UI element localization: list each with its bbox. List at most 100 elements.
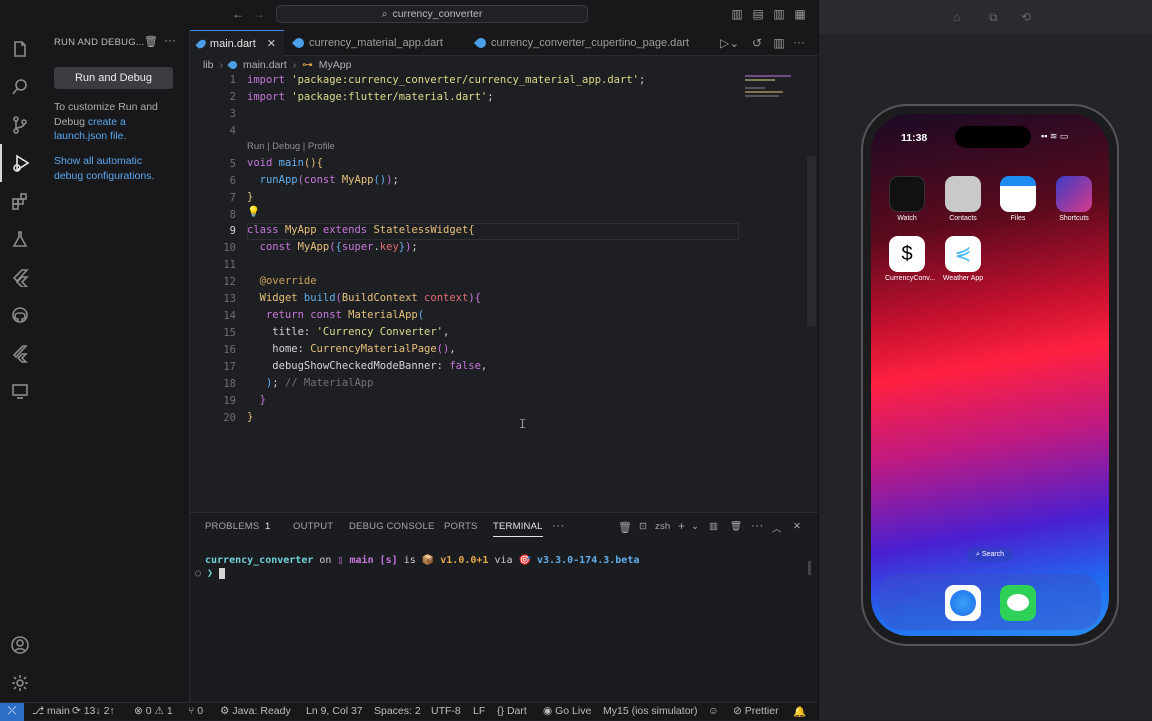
tab-output[interactable]: OUTPUT: [293, 521, 333, 532]
home-icon[interactable]: ⌂: [953, 10, 960, 24]
timeline-icon[interactable]: ↺: [750, 36, 764, 50]
end-of-line[interactable]: LF: [473, 705, 485, 717]
panel-more-icon[interactable]: ···: [552, 518, 565, 532]
terminal-more-icon[interactable]: ···: [751, 518, 764, 532]
extensions-icon[interactable]: [0, 182, 40, 220]
testing-flask-icon[interactable]: [0, 220, 40, 258]
app-shortcuts[interactable]: Shortcuts: [1052, 176, 1096, 222]
new-terminal-plus-icon[interactable]: +: [678, 519, 685, 533]
explorer-icon[interactable]: [0, 30, 40, 68]
encoding[interactable]: UTF-8: [431, 705, 461, 717]
run-and-debug-button[interactable]: Run and Debug: [54, 67, 173, 89]
iphone-screen[interactable]: 11:38 ▪▪ ≋ ▭ Watch Contacts Files Shortc…: [871, 114, 1109, 636]
minimap[interactable]: [745, 74, 795, 104]
lightbulb-icon[interactable]: 💡: [247, 205, 260, 218]
code-line-10: const MyApp({super.key});: [259, 241, 418, 253]
terminal-input-line[interactable]: ○ ❯: [195, 568, 226, 579]
breadcrumb-class[interactable]: MyApp: [319, 59, 352, 71]
app-contacts[interactable]: Contacts: [941, 176, 985, 222]
split-terminal-icon[interactable]: ▥: [709, 521, 718, 532]
app-watch[interactable]: Watch: [885, 176, 929, 222]
chevron-down-icon[interactable]: ⌄: [691, 521, 699, 532]
settings-gear-icon[interactable]: [0, 664, 40, 702]
tab-currency-material-app[interactable]: currency_material_app.dart: [286, 30, 451, 56]
indentation[interactable]: Spaces: 2: [374, 705, 421, 717]
terminal-prompt-line: currency_converter on ▯ main [s] is 📦 v1…: [205, 555, 640, 566]
toggle-sidebar-icon[interactable]: ▥: [730, 7, 744, 21]
launch-json-link[interactable]: launch.json file: [54, 130, 123, 142]
flutter-device[interactable]: My15 (ios simulator): [603, 705, 698, 717]
code-line-14: return const MaterialApp(: [265, 309, 425, 321]
source-control-icon[interactable]: [0, 106, 40, 144]
editor-more-icon[interactable]: ···: [792, 35, 806, 49]
show-automatic-configs-link[interactable]: Show all automatic debug configurations.: [54, 154, 179, 183]
trash-icon[interactable]: 🗑: [144, 35, 158, 48]
class-icon: ⊶: [302, 59, 313, 71]
terminal-scrollbar[interactable]: [808, 561, 811, 575]
problems-item[interactable]: ⊗ 0 ⚠ 1: [134, 705, 173, 717]
kill-terminal-trash-icon[interactable]: 🗑: [618, 521, 632, 534]
language-label: Dart: [506, 705, 527, 717]
trash-icon[interactable]: 🗑: [730, 521, 742, 532]
git-branch-item[interactable]: ⎇ main: [32, 705, 70, 717]
ports-count: 0: [197, 705, 204, 717]
java-status-item[interactable]: ⚙ Java: Ready: [220, 705, 291, 717]
command-center-search[interactable]: ⌕ currency_converter: [276, 5, 588, 23]
app-label: Watch: [897, 215, 917, 222]
chevron-right-icon: ›: [219, 59, 224, 71]
create-launch-link[interactable]: create a: [88, 116, 126, 128]
search-icon[interactable]: [0, 68, 40, 106]
account-icon[interactable]: [0, 626, 40, 664]
code-editor[interactable]: 1 2 3 4 5 6 7 8 9 10 11 12 13 14 15 16 17 18 19 20 import '…: [190, 74, 818, 510]
shell-name[interactable]: zsh: [655, 521, 670, 532]
forward-arrow-icon[interactable]: →: [252, 7, 266, 21]
tab-main-dart[interactable]: main.dart ✕: [190, 30, 284, 56]
safari-icon[interactable]: [945, 585, 981, 621]
app-files[interactable]: Files: [996, 176, 1040, 222]
remote-indicator-icon[interactable]: ⤫: [0, 703, 24, 721]
toggle-secondary-sidebar-icon[interactable]: ▥: [772, 7, 786, 21]
problems-count-badge: 1: [265, 521, 271, 532]
spotlight-search-pill[interactable]: ⌕ Search: [967, 548, 1013, 562]
remote-explorer-icon[interactable]: [0, 372, 40, 410]
tab-ports[interactable]: PORTS: [444, 521, 478, 532]
tab-terminal[interactable]: TERMINAL: [493, 521, 543, 537]
line-number: 3: [229, 108, 236, 120]
prettier-item[interactable]: ⊘ Prettier: [733, 705, 779, 717]
editor-scrollbar[interactable]: [807, 156, 816, 326]
breadcrumb-lib[interactable]: lib: [203, 59, 214, 71]
github-icon[interactable]: [0, 296, 40, 334]
tab-cupertino-page[interactable]: currency_converter_cupertino_page.dart: [468, 30, 697, 56]
screenshot-icon[interactable]: ⧉: [989, 10, 998, 25]
breadcrumb-file[interactable]: main.dart: [243, 59, 287, 71]
messages-icon[interactable]: [1000, 585, 1036, 621]
toggle-panel-icon[interactable]: ▤: [751, 7, 765, 21]
close-icon[interactable]: ✕: [267, 37, 276, 50]
language-mode[interactable]: {} Dart: [497, 705, 527, 717]
ports-item[interactable]: ⑂ 0: [188, 705, 203, 717]
run-dropdown-icon[interactable]: ▷⌄: [720, 36, 739, 50]
codelens[interactable]: Run | Debug | Profile: [247, 141, 335, 152]
run-and-debug-icon[interactable]: [0, 144, 40, 182]
tab-problems[interactable]: PROBLEMS: [205, 521, 259, 532]
close-panel-icon[interactable]: ✕: [793, 521, 801, 532]
rotate-icon[interactable]: ⟲: [1021, 10, 1031, 24]
app-weather[interactable]: ⋞ Weather App: [941, 236, 985, 282]
line-number: 10: [223, 242, 236, 254]
flutter-outline-icon[interactable]: [0, 334, 40, 372]
cursor-position[interactable]: Ln 9, Col 37: [306, 705, 363, 717]
line-number: 12: [223, 276, 236, 288]
git-sync-item[interactable]: ⟳ 13↓ 2↑: [72, 705, 115, 717]
tab-debug-console[interactable]: DEBUG CONSOLE: [349, 521, 434, 532]
split-editor-icon[interactable]: ▥: [772, 36, 786, 50]
more-actions-icon[interactable]: ···: [164, 33, 176, 47]
copilot-icon[interactable]: ☺: [708, 705, 719, 717]
customize-layout-icon[interactable]: ▦: [793, 7, 807, 21]
back-arrow-icon[interactable]: ←: [231, 7, 245, 21]
app-currency-converter[interactable]: $ CurrencyConv...: [885, 236, 935, 282]
maximize-panel-icon[interactable]: ︿: [772, 521, 782, 535]
notifications-bell-icon[interactable]: 🔔: [793, 705, 806, 718]
flutter-icon[interactable]: [0, 258, 40, 296]
simulator-toolbar: ⌂ ⧉ ⟲: [819, 0, 1152, 34]
go-live-item[interactable]: ◉ Go Live: [543, 705, 591, 717]
